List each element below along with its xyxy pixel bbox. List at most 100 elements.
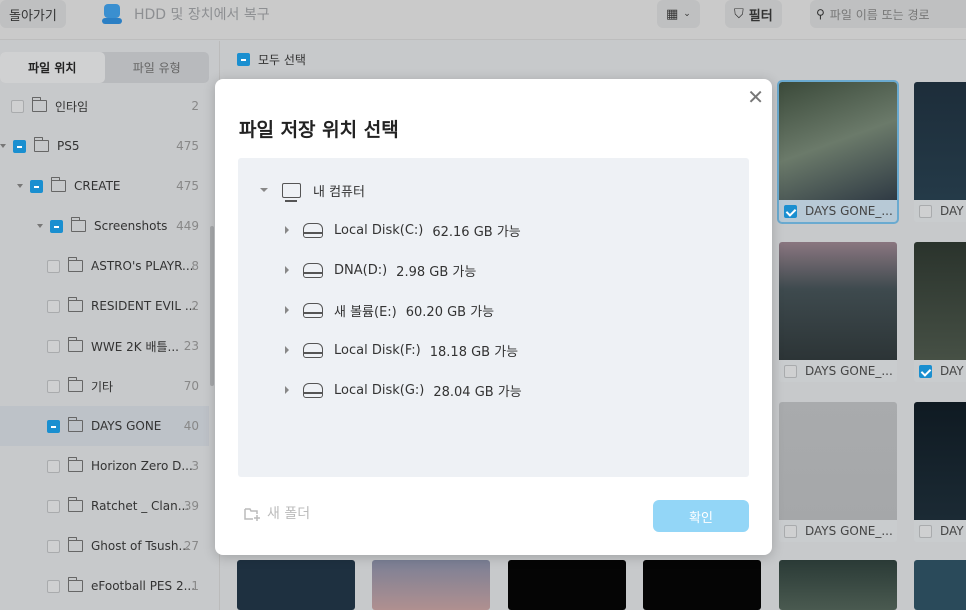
thumbnail-card[interactable]: DAYS GONE_... <box>779 242 897 382</box>
thumbnail-checkbox[interactable] <box>919 204 932 218</box>
sidebar-tree-item[interactable]: WWE 2K 배틀... 23 <box>0 326 209 366</box>
folder-checkbox[interactable] <box>47 459 60 473</box>
filter-button[interactable]: ⛉ 필터 <box>725 0 782 28</box>
drive-icon <box>303 342 323 358</box>
sidebar-tree-item[interactable]: PS5 475 <box>0 126 209 166</box>
folder-icon <box>68 577 83 592</box>
folder-checkbox[interactable] <box>47 579 60 593</box>
folder-checkbox[interactable] <box>13 139 26 153</box>
sidebar-tree-item[interactable]: Ghost of Tsush... 27 <box>0 526 209 566</box>
sidebar-tree-item[interactable]: 기타 70 <box>0 366 209 406</box>
thumbnail-image[interactable] <box>237 560 355 610</box>
thumbnail-image[interactable] <box>643 560 761 610</box>
sidebar-tabs: 파일 위치 파일 유형 <box>0 52 209 83</box>
sidebar-tree-item[interactable]: DAYS GONE 40 <box>0 406 209 446</box>
tree-item-drive[interactable]: DNA(D:) 2.98 GB 가능 <box>285 258 476 282</box>
select-all-checkbox[interactable]: 모두 선택 <box>237 51 306 68</box>
thumbnail-checkbox[interactable] <box>784 524 797 538</box>
thumbnail-image[interactable] <box>372 560 490 610</box>
file-count: 70 <box>183 379 199 393</box>
search-input[interactable]: ⚲ 파일 이름 또는 경로 <box>810 0 966 28</box>
drive-icon <box>303 302 323 318</box>
tree-item-my-computer[interactable]: 내 컴퓨터 <box>260 178 365 202</box>
thumbnail-image[interactable] <box>779 242 897 360</box>
folder-name: eFootball PES 2... <box>91 579 196 593</box>
thumbnail-card[interactable]: DAYS GONE_... <box>777 80 899 224</box>
thumbnail-image[interactable] <box>779 82 897 200</box>
drive-icon <box>303 382 323 398</box>
thumbnail-checkbox[interactable] <box>784 364 797 378</box>
thumbnail-card[interactable] <box>372 560 490 610</box>
sidebar-tree-item[interactable]: Ratchet _ Clan... 39 <box>0 486 209 526</box>
sidebar-tree-item[interactable]: Horizon Zero D... 3 <box>0 446 209 486</box>
checkbox-partial[interactable] <box>237 53 250 66</box>
tree-item-drive[interactable]: Local Disk(F:) 18.18 GB 가능 <box>285 338 518 362</box>
thumbnail-image[interactable] <box>508 560 626 610</box>
tab-file-location[interactable]: 파일 위치 <box>0 52 105 83</box>
thumbnail-checkbox[interactable] <box>919 524 932 538</box>
folder-name: RESIDENT EVIL ... <box>91 299 197 313</box>
thumbnail-image[interactable] <box>779 402 897 520</box>
folder-name: Ghost of Tsush... <box>91 539 190 553</box>
view-toggle-button[interactable]: ▦ ⌄ <box>657 0 700 28</box>
confirm-button[interactable]: 확인 <box>653 500 749 532</box>
thumbnail-card[interactable] <box>643 560 761 610</box>
folder-icon <box>68 377 83 392</box>
sidebar-tree-item[interactable]: eFootball PES 2... 1 <box>0 566 209 606</box>
thumbnail-card[interactable] <box>237 560 355 610</box>
caret-down-icon[interactable] <box>37 224 43 228</box>
drive-free-space: 28.04 GB 가능 <box>433 384 522 400</box>
thumbnail-checkbox[interactable] <box>784 204 797 218</box>
thumbnail-image[interactable] <box>914 402 966 520</box>
thumbnail-card[interactable] <box>508 560 626 610</box>
tree-item-drive[interactable]: Local Disk(G:) 28.04 GB 가능 <box>285 378 522 402</box>
folder-checkbox[interactable] <box>47 419 60 433</box>
folder-checkbox[interactable] <box>47 259 60 273</box>
close-icon[interactable]: ✕ <box>747 85 764 109</box>
thumbnail-card[interactable]: DAY <box>914 82 966 222</box>
sidebar-scrollbar[interactable] <box>210 226 214 386</box>
thumbnail-checkbox[interactable] <box>919 364 932 378</box>
file-count: 475 <box>176 179 199 193</box>
thumbnail-image[interactable] <box>914 82 966 200</box>
folder-checkbox[interactable] <box>47 379 60 393</box>
tree-item-drive[interactable]: Local Disk(C:) 62.16 GB 가능 <box>285 218 521 242</box>
caret-right-icon[interactable] <box>285 346 289 354</box>
folder-name: Ratchet _ Clan... <box>91 499 190 513</box>
thumbnail-image[interactable] <box>914 560 966 610</box>
thumbnail-card[interactable]: DAY <box>914 402 966 542</box>
folder-checkbox[interactable] <box>47 339 60 353</box>
folder-checkbox[interactable] <box>47 299 60 313</box>
caret-down-icon[interactable] <box>0 144 6 148</box>
thumbnail-name: DAY <box>940 364 964 378</box>
caret-right-icon[interactable] <box>285 226 289 234</box>
thumbnail-card[interactable]: DAYS GONE_... <box>779 402 897 542</box>
back-button[interactable]: 돌아가기 <box>0 0 66 28</box>
new-folder-button[interactable]: 새 폴더 <box>244 503 310 523</box>
caret-down-icon[interactable] <box>17 184 23 188</box>
caret-right-icon[interactable] <box>285 266 289 274</box>
sidebar-tree-item[interactable]: ASTRO's PLAYR... 8 <box>0 246 209 286</box>
file-count: 2 <box>191 299 199 313</box>
folder-name: Screenshots <box>94 219 168 233</box>
tab-file-type[interactable]: 파일 유형 <box>105 52 210 83</box>
thumbnail-card[interactable] <box>914 560 966 610</box>
search-placeholder: 파일 이름 또는 경로 <box>829 7 930 22</box>
folder-checkbox[interactable] <box>47 499 60 513</box>
thumbnail-card[interactable]: DAY <box>914 242 966 382</box>
sidebar-tree-item[interactable]: RESIDENT EVIL ... 2 <box>0 286 209 326</box>
folder-checkbox[interactable] <box>50 219 63 233</box>
thumbnail-card[interactable] <box>779 560 897 610</box>
caret-right-icon[interactable] <box>285 306 289 314</box>
folder-checkbox[interactable] <box>30 179 43 193</box>
thumbnail-image[interactable] <box>779 560 897 610</box>
caret-down-icon[interactable] <box>260 188 268 192</box>
folder-checkbox[interactable] <box>11 99 24 113</box>
caret-right-icon[interactable] <box>285 386 289 394</box>
sidebar-tree-item[interactable]: CREATE 475 <box>0 166 209 206</box>
sidebar-tree-item[interactable]: 인타임 2 <box>0 86 209 126</box>
tree-item-drive[interactable]: 새 볼륨(E:) 60.20 GB 가능 <box>285 298 494 322</box>
sidebar-tree-item[interactable]: Screenshots 449 <box>0 206 209 246</box>
thumbnail-image[interactable] <box>914 242 966 360</box>
folder-checkbox[interactable] <box>47 539 60 553</box>
